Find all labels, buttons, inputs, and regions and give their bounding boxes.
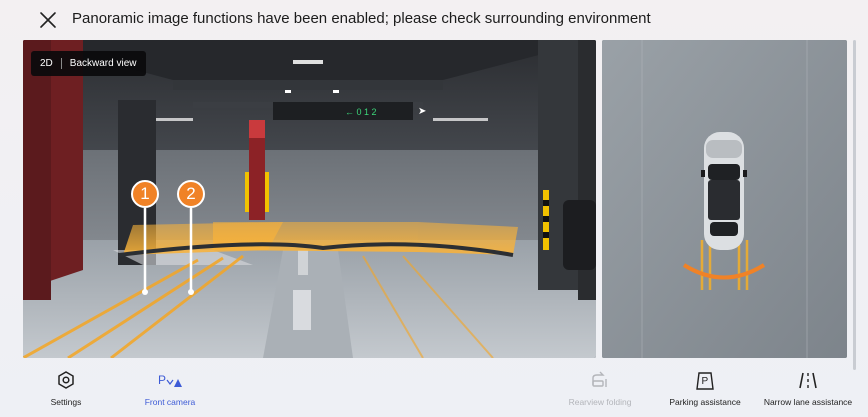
parking-assistance-icon: P: [696, 372, 714, 390]
close-icon[interactable]: [38, 10, 58, 30]
narrow-lane-icon: [799, 372, 817, 389]
rear-camera-view[interactable]: ← 0 1 2 ➤ 2D Backward view 1 2: [23, 40, 596, 358]
backward-view-label[interactable]: Backward view: [70, 58, 137, 69]
guide-marker-2[interactable]: 2: [177, 180, 205, 208]
view-mode-selector[interactable]: 2D Backward view: [31, 51, 146, 76]
settings-icon: [58, 371, 74, 389]
guide-marker-1[interactable]: 1: [131, 180, 159, 208]
svg-text:P: P: [702, 376, 709, 387]
narrow-lane-assistance-label: Narrow lane assistance: [763, 397, 853, 407]
panoramic-view-screen: Panoramic image functions have been enab…: [0, 0, 868, 417]
narrow-lane-assistance-button[interactable]: Narrow lane assistance: [758, 362, 858, 417]
notification-banner: Panoramic image functions have been enab…: [0, 0, 868, 38]
banner-message: Panoramic image functions have been enab…: [72, 10, 651, 27]
rearview-folding-button[interactable]: Rearview folding: [550, 362, 650, 417]
parking-assistance-label: Parking assistance: [669, 397, 741, 407]
svg-text:➤: ➤: [418, 106, 426, 117]
parking-assistance-button[interactable]: P Parking assistance: [655, 362, 755, 417]
front-camera-icon: P: [158, 373, 182, 387]
scrollbar[interactable]: [853, 40, 856, 370]
front-camera-button[interactable]: P Front camera: [120, 362, 220, 417]
settings-button[interactable]: Settings: [16, 362, 116, 417]
svg-text:P: P: [158, 373, 166, 387]
svg-text:← 0 1 2: ← 0 1 2: [345, 107, 377, 117]
mode-2d-label[interactable]: 2D: [40, 58, 62, 69]
camera-scene: ← 0 1 2 ➤: [23, 40, 596, 358]
rearview-folding-icon: [592, 371, 607, 387]
top-down-view[interactable]: [602, 40, 847, 358]
rearview-folding-label: Rearview folding: [568, 397, 632, 407]
bottom-toolbar: Settings P Front camera Rearview folding…: [0, 362, 868, 417]
front-camera-label: Front camera: [144, 397, 196, 407]
settings-label: Settings: [50, 397, 82, 407]
top-down-scene: [602, 40, 847, 358]
